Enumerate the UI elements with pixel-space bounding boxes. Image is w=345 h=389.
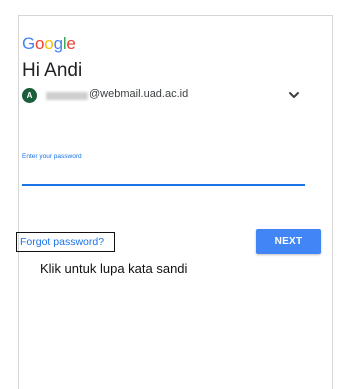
logo-letter: G <box>22 34 36 53</box>
greeting-title: Hi Andi <box>22 60 83 81</box>
avatar: A <box>22 88 37 103</box>
annotation-caption: Klik untuk lupa kata sandi <box>40 261 188 276</box>
account-chip[interactable]: A @webmail.uad.ac.id <box>22 87 302 105</box>
forgot-password-highlight: Forgot password? <box>16 232 115 252</box>
logo-letter: o <box>44 34 54 53</box>
logo-letter: g <box>53 34 63 53</box>
logo-letter: e <box>66 34 76 53</box>
password-field-label: Enter your password <box>22 153 82 160</box>
chevron-down-icon[interactable] <box>286 87 302 103</box>
page: Google Hi Andi A @webmail.uad.ac.id Ente… <box>0 0 345 389</box>
forgot-password-link[interactable]: Forgot password? <box>20 236 104 248</box>
google-logo: Google <box>22 34 76 54</box>
account-email: @webmail.uad.ac.id <box>89 88 189 100</box>
next-button[interactable]: NEXT <box>256 229 321 254</box>
password-field[interactable] <box>22 162 305 186</box>
logo-letter: o <box>35 34 45 53</box>
email-redaction <box>46 92 88 100</box>
